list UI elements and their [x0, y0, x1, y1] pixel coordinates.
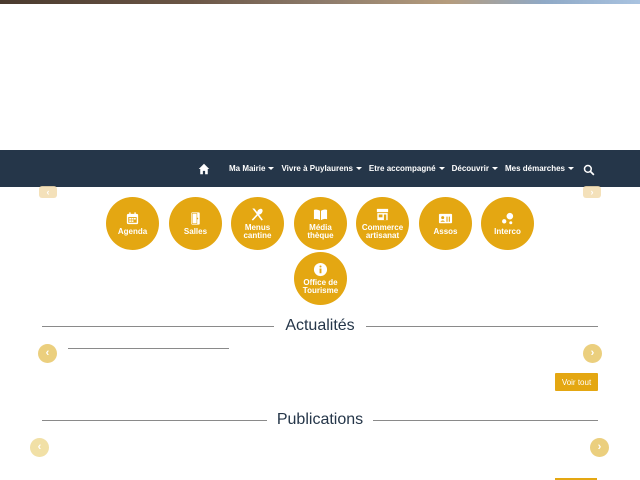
nav-item-decouvrir[interactable]: Découvrir — [452, 164, 498, 173]
nav-label: Découvrir — [451, 164, 489, 173]
quick-link-office-tourisme[interactable]: Office de Tourisme — [294, 252, 347, 305]
network-circles-icon — [502, 212, 514, 224]
chevron-down-icon — [355, 167, 362, 170]
store-icon — [376, 208, 389, 220]
chevron-right-icon: › — [590, 187, 594, 197]
chevron-right-icon: › — [597, 441, 602, 453]
quick-link-label: Menus cantine — [243, 222, 272, 240]
chevron-down-icon — [268, 167, 275, 170]
open-book-icon — [313, 209, 328, 220]
carousel-next-button[interactable]: › — [583, 186, 601, 198]
news-placeholder-line — [68, 348, 229, 349]
quick-link-label: Média thèque — [307, 222, 334, 240]
quick-link-assos[interactable]: Assos — [419, 197, 472, 250]
nav-item-vivre[interactable]: Vivre à Puylaurens — [281, 164, 362, 173]
chevron-down-icon — [438, 167, 445, 170]
quick-link-label: Agenda — [117, 226, 148, 236]
search-icon[interactable] — [583, 163, 595, 175]
actualites-next-button[interactable]: › — [583, 344, 602, 363]
quick-link-label: Interco — [494, 226, 521, 236]
nav-item-mes-demarches[interactable]: Mes démarches — [505, 164, 574, 173]
divider — [366, 326, 598, 327]
hero-image-strip — [0, 0, 640, 4]
actualites-prev-button[interactable]: ‹ — [38, 344, 57, 363]
door-icon — [191, 212, 200, 225]
quick-link-commerce[interactable]: Commerce artisanat — [356, 197, 409, 250]
publications-next-button[interactable]: › — [590, 438, 609, 457]
nav-label: Ma Mairie — [228, 164, 266, 173]
nav-item-ma-mairie[interactable]: Ma Mairie — [228, 164, 275, 173]
chevron-left-icon: ‹ — [46, 187, 50, 197]
contact-card-icon — [438, 213, 453, 223]
quick-link-mediatheque[interactable]: Média thèque — [294, 197, 347, 250]
quick-link-label: Commerce artisanat — [361, 222, 404, 240]
chevron-down-icon — [568, 167, 574, 170]
quick-link-label: Assos — [433, 226, 458, 236]
calendar-icon — [126, 212, 139, 224]
utensils-icon — [251, 207, 263, 221]
voir-tout-button[interactable]: Voir tout — [555, 373, 598, 391]
quick-link-label: Salles — [183, 226, 208, 236]
quick-link-label: Office de Tourisme — [302, 277, 339, 295]
main-navbar: Ma Mairie Vivre à Puylaurens Etre accomp… — [0, 150, 640, 187]
nav-label: Etre accompagné — [368, 164, 436, 173]
quick-link-agenda[interactable]: Agenda — [106, 197, 159, 250]
carousel-prev-button[interactable]: ‹ — [39, 186, 57, 198]
chevron-down-icon — [491, 167, 498, 170]
quick-link-menus-cantine[interactable]: Menus cantine — [231, 197, 284, 250]
chevron-right-icon: › — [590, 347, 595, 359]
chevron-left-icon: ‹ — [45, 347, 50, 359]
nav-label: Mes démarches — [504, 164, 565, 173]
nav-label: Vivre à Puylaurens — [281, 164, 353, 173]
home-icon[interactable] — [198, 162, 212, 176]
divider — [373, 420, 598, 421]
quick-link-interco[interactable]: Interco — [481, 197, 534, 250]
nav-item-etre-accompagne[interactable]: Etre accompagné — [369, 164, 445, 173]
publications-prev-button[interactable]: ‹ — [30, 438, 49, 457]
info-icon — [313, 262, 328, 276]
chevron-left-icon: ‹ — [37, 441, 42, 453]
quick-link-salles[interactable]: Salles — [169, 197, 222, 250]
